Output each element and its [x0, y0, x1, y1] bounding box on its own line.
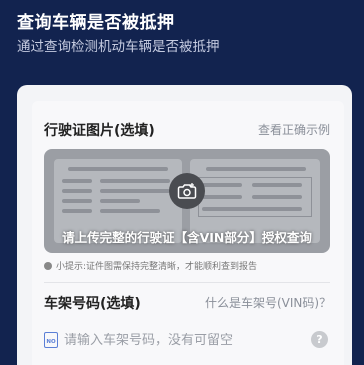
page-subtitle: 通过查询检测机动车辆是否被抵押 [17, 39, 220, 55]
question-icon[interactable]: ? [311, 331, 328, 348]
vin-input[interactable] [64, 332, 304, 348]
info-icon [44, 261, 52, 270]
tip-line: 小提示:证件图需保持完整清晰，才能顺利查到报告 [44, 259, 334, 272]
vin-help-link[interactable]: 什么是车架号(VIN码)？ [205, 294, 331, 311]
example-link[interactable]: 查看正确示例 [258, 121, 330, 138]
license-section-title: 行驶证图片(选填) [44, 123, 155, 139]
page-title: 查询车辆是否被抵押 [17, 13, 175, 33]
tip-text: 小提示:证件图需保持完整清晰，才能顺利查到报告 [56, 262, 258, 272]
vin-input-row: NO ? [44, 326, 330, 354]
camera-icon [177, 183, 197, 199]
camera-upload-button[interactable] [169, 173, 205, 209]
license-upload-area[interactable]: 请上传完整的行驶证【含VIN部分】授权查询 [44, 149, 330, 253]
document-icon: NO [44, 332, 58, 348]
vin-section-title: 车架号码(选填) [44, 296, 141, 312]
upload-instruction: 请上传完整的行驶证【含VIN部分】授权查询 [62, 230, 312, 245]
section-divider [44, 282, 330, 283]
